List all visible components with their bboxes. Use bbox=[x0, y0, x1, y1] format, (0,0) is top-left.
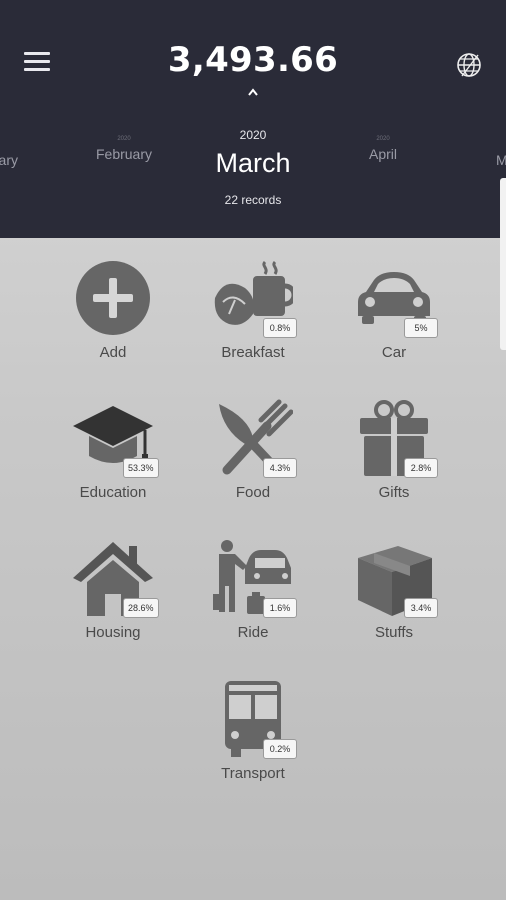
category-label: Stuffs bbox=[374, 624, 414, 641]
category-breakfast[interactable]: 0.8% Breakfast bbox=[188, 238, 318, 361]
category-label: Gifts bbox=[378, 484, 410, 501]
category-car[interactable]: 5% Car bbox=[329, 238, 459, 361]
category-grid: Add 0.8% Breakfast 5% Car 53.3% Educatio… bbox=[0, 238, 506, 900]
category-stuffs[interactable]: 3.4% Stuffs bbox=[329, 518, 459, 641]
category-label: Food bbox=[235, 484, 271, 501]
month-selector[interactable]: ary 2020 February 2020 March 22 records … bbox=[0, 120, 506, 220]
month-item-february[interactable]: 2020 February bbox=[86, 136, 162, 164]
category-label: Ride bbox=[237, 624, 269, 641]
records-count: 22 records bbox=[224, 193, 282, 207]
percent-badge: 0.2% bbox=[263, 739, 297, 759]
percent-badge: 53.3% bbox=[123, 458, 159, 478]
category-label: Add bbox=[99, 344, 127, 361]
percent-badge: 2.8% bbox=[404, 458, 438, 478]
category-label: Breakfast bbox=[221, 344, 285, 361]
category-label: Education bbox=[79, 484, 147, 501]
category-food[interactable]: 4.3% Food bbox=[188, 378, 318, 501]
category-ride[interactable]: 1.6% Ride bbox=[188, 518, 318, 641]
month-item-current[interactable]: 2020 March 22 records bbox=[193, 128, 313, 207]
category-education[interactable]: 53.3% Education bbox=[48, 378, 178, 501]
category-transport[interactable]: 0.2% Transport bbox=[188, 659, 318, 782]
chevron-up-icon[interactable] bbox=[246, 86, 260, 98]
percent-badge: 3.4% bbox=[404, 598, 438, 618]
current-month-name: March bbox=[215, 148, 291, 178]
month-item-january[interactable]: ary bbox=[0, 142, 18, 170]
percent-badge: 28.6% bbox=[123, 598, 159, 618]
globe-icon[interactable] bbox=[454, 50, 484, 80]
top-bar: 3,493.66 ary 2020 February 2020 March 22… bbox=[0, 0, 506, 238]
category-label: Housing bbox=[85, 624, 141, 641]
plus-circle-icon bbox=[76, 261, 150, 335]
percent-badge: 5% bbox=[404, 318, 438, 338]
balance-total: 3,493.66 bbox=[167, 40, 339, 80]
percent-badge: 4.3% bbox=[263, 458, 297, 478]
category-housing[interactable]: 28.6% Housing bbox=[48, 518, 178, 641]
category-label: Car bbox=[381, 344, 407, 361]
month-item-april[interactable]: 2020 April bbox=[348, 136, 418, 164]
percent-badge: 0.8% bbox=[263, 318, 297, 338]
month-item-may[interactable]: M bbox=[496, 142, 506, 170]
percent-badge: 1.6% bbox=[263, 598, 297, 618]
add-category-button[interactable]: Add bbox=[48, 238, 178, 361]
category-gifts[interactable]: 2.8% Gifts bbox=[329, 378, 459, 501]
category-label: Transport bbox=[221, 765, 285, 782]
